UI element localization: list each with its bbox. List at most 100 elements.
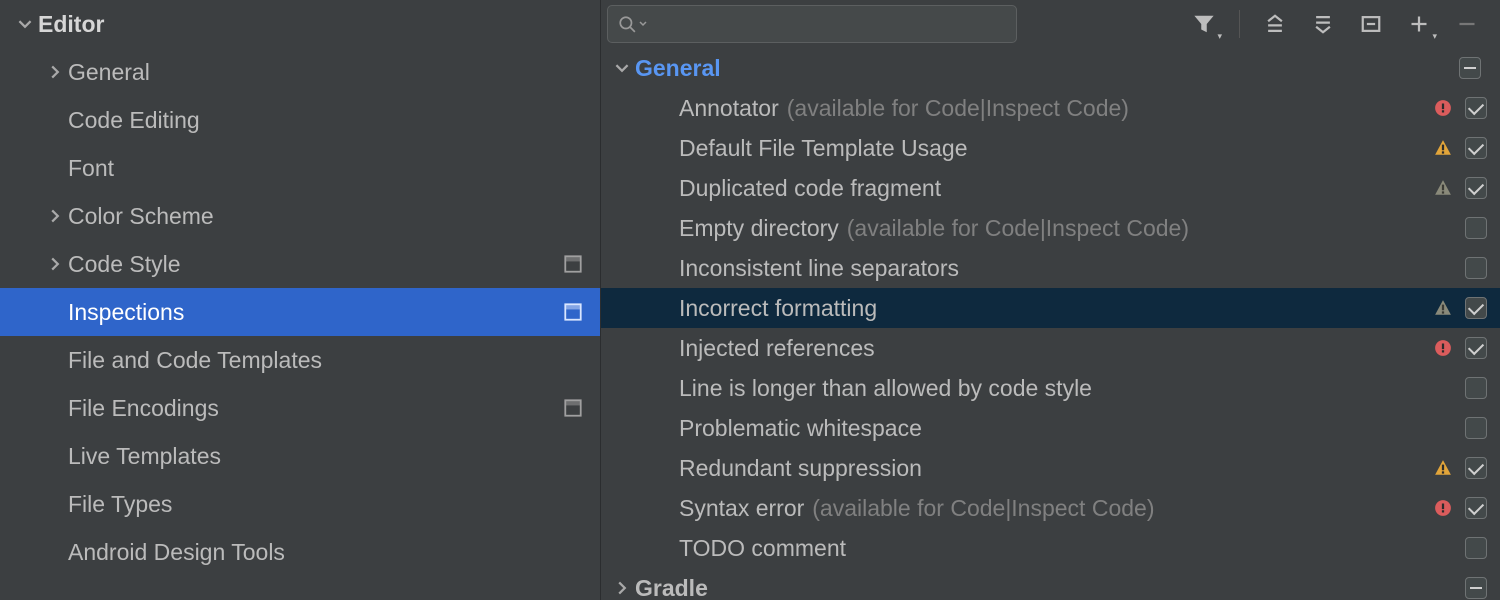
sidebar-item-label: Color Scheme — [68, 203, 214, 230]
sidebar-item-file-and-code-templates[interactable]: File and Code Templates — [0, 336, 600, 384]
inspection-label: Line is longer than allowed by code styl… — [679, 375, 1092, 402]
search-dropdown-icon[interactable] — [638, 19, 648, 29]
sidebar-root-editor[interactable]: Editor — [0, 0, 600, 48]
sidebar-item-label: Code Style — [68, 251, 181, 278]
settings-sidebar: Editor General Code Editing Font Color Sche… — [0, 0, 600, 600]
inspections-tree: General Annotator (available for Code|Ins… — [601, 48, 1500, 600]
chevron-down-icon: ▾ — [1432, 31, 1437, 42]
inspection-checkbox[interactable] — [1465, 217, 1487, 239]
inspections-panel: ▾ ▾ — [600, 0, 1500, 600]
inspection-row[interactable]: TODO comment — [601, 528, 1500, 568]
chevron-right-icon — [42, 65, 68, 79]
sidebar-item-font[interactable]: Font — [0, 144, 600, 192]
weak-warning-icon — [1428, 179, 1458, 197]
group-label: General — [635, 55, 721, 82]
chevron-down-icon — [609, 61, 635, 75]
chevron-right-icon — [42, 209, 68, 223]
project-scope-icon — [564, 255, 582, 273]
inspection-row[interactable]: Incorrect formatting — [601, 288, 1500, 328]
inspection-row[interactable]: Inconsistent line separators — [601, 248, 1500, 288]
sidebar-item-code-style[interactable]: Code Style — [0, 240, 600, 288]
inspection-label: Problematic whitespace — [679, 415, 922, 442]
inspection-label: Duplicated code fragment — [679, 175, 941, 202]
inspection-checkbox[interactable] — [1465, 97, 1487, 119]
inspections-toolbar: ▾ ▾ — [601, 0, 1500, 48]
search-icon — [618, 15, 636, 33]
inspection-label: TODO comment — [679, 535, 846, 562]
sidebar-item-label: File Types — [68, 491, 172, 518]
inspection-row[interactable]: Default File Template Usage — [601, 128, 1500, 168]
error-icon — [1428, 99, 1458, 117]
inspection-checkbox[interactable] — [1465, 457, 1487, 479]
sidebar-item-label: File and Code Templates — [68, 347, 322, 374]
group-checkbox[interactable] — [1465, 577, 1487, 599]
expand-all-button[interactable] — [1258, 7, 1292, 41]
weak-warning-icon — [1428, 299, 1458, 317]
inspection-row[interactable]: Duplicated code fragment — [601, 168, 1500, 208]
inspection-label: Redundant suppression — [679, 455, 922, 482]
sidebar-root-label: Editor — [38, 11, 104, 38]
inspection-checkbox[interactable] — [1465, 257, 1487, 279]
inspection-row[interactable]: Empty directory(available for Code|Inspe… — [601, 208, 1500, 248]
inspection-row[interactable]: Problematic whitespace — [601, 408, 1500, 448]
inspection-checkbox[interactable] — [1465, 377, 1487, 399]
sidebar-item-inspections[interactable]: Inspections — [0, 288, 600, 336]
group-checkbox[interactable] — [1459, 57, 1481, 79]
inspection-hint: (available for Code|Inspect Code) — [847, 215, 1189, 242]
warning-icon — [1428, 139, 1458, 157]
inspection-row[interactable]: Injected references — [601, 328, 1500, 368]
inspections-group-general[interactable]: General — [601, 48, 1500, 88]
inspection-label: Annotator — [679, 95, 779, 122]
inspection-checkbox[interactable] — [1465, 137, 1487, 159]
sidebar-item-android-design-tools[interactable]: Android Design Tools — [0, 528, 600, 576]
inspection-row[interactable]: Annotator (available for Code|Inspect Cod… — [601, 88, 1500, 128]
sidebar-item-label: Code Editing — [68, 107, 200, 134]
project-scope-icon — [564, 303, 582, 321]
inspection-label: Inconsistent line separators — [679, 255, 959, 282]
inspection-checkbox[interactable] — [1465, 497, 1487, 519]
sidebar-item-label: Font — [68, 155, 114, 182]
sidebar-item-code-editing[interactable]: Code Editing — [0, 96, 600, 144]
inspection-hint: (available for Code|Inspect Code) — [787, 95, 1129, 122]
warning-icon — [1428, 459, 1458, 477]
search-input[interactable] — [607, 5, 1017, 43]
inspection-checkbox[interactable] — [1465, 537, 1487, 559]
inspection-label: Default File Template Usage — [679, 135, 968, 162]
inspection-hint: (available for Code|Inspect Code) — [812, 495, 1154, 522]
chevron-right-icon — [42, 257, 68, 271]
error-icon — [1428, 339, 1458, 357]
collapse-all-button[interactable] — [1306, 7, 1340, 41]
project-scope-icon — [564, 399, 582, 417]
inspection-checkbox[interactable] — [1465, 297, 1487, 319]
inspection-checkbox[interactable] — [1465, 177, 1487, 199]
chevron-down-icon: ▾ — [1217, 31, 1222, 42]
filter-button[interactable]: ▾ — [1187, 7, 1221, 41]
toolbar-separator — [1239, 10, 1240, 38]
inspection-label: Incorrect formatting — [679, 295, 877, 322]
sidebar-item-file-encodings[interactable]: File Encodings — [0, 384, 600, 432]
sidebar-item-general[interactable]: General — [0, 48, 600, 96]
sidebar-item-label: Live Templates — [68, 443, 221, 470]
group-label: Gradle — [635, 575, 708, 600]
inspection-row[interactable]: Redundant suppression — [601, 448, 1500, 488]
inspection-row[interactable]: Syntax error (available for Code|Inspect … — [601, 488, 1500, 528]
sidebar-item-label: General — [68, 59, 150, 86]
inspection-label: Syntax error — [679, 495, 804, 522]
sidebar-item-label: Inspections — [68, 299, 184, 326]
chevron-down-icon — [12, 17, 38, 31]
sidebar-item-live-templates[interactable]: Live Templates — [0, 432, 600, 480]
inspection-row[interactable]: Line is longer than allowed by code styl… — [601, 368, 1500, 408]
inspection-checkbox[interactable] — [1465, 337, 1487, 359]
sidebar-item-label: File Encodings — [68, 395, 219, 422]
collapse-block-button[interactable] — [1354, 7, 1388, 41]
chevron-right-icon — [609, 581, 635, 595]
sidebar-item-color-scheme[interactable]: Color Scheme — [0, 192, 600, 240]
inspection-checkbox[interactable] — [1465, 417, 1487, 439]
sidebar-item-file-types[interactable]: File Types — [0, 480, 600, 528]
sidebar-item-label: Android Design Tools — [68, 539, 285, 566]
error-icon — [1428, 499, 1458, 517]
add-button[interactable]: ▾ — [1402, 7, 1436, 41]
inspections-group-gradle[interactable]: Gradle — [601, 568, 1500, 600]
remove-button[interactable] — [1450, 7, 1484, 41]
inspection-label: Injected references — [679, 335, 875, 362]
